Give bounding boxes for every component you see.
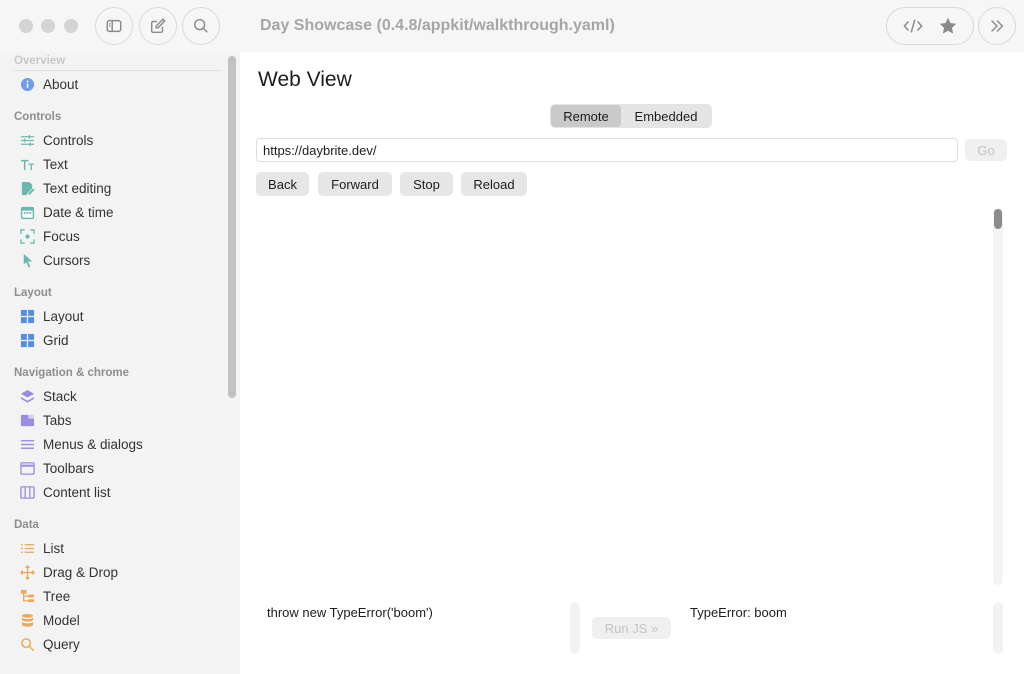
- source-segmented-control: Remote Embedded: [550, 104, 712, 128]
- title-bar: Day Showcase (0.4.8/appkit/walkthrough.y…: [0, 0, 1024, 52]
- page-title: Web View: [258, 68, 352, 91]
- code-icon[interactable]: [902, 16, 923, 36]
- sidebar-section-layout: Layout: [14, 287, 52, 299]
- doc-edit-icon: [19, 180, 35, 196]
- info-icon: [19, 76, 35, 92]
- sidebar-item-label: About: [43, 76, 79, 92]
- sidebar-item-drag-drop[interactable]: Drag & Drop: [14, 561, 220, 583]
- compose-icon: [150, 18, 166, 34]
- web-view-scrollbar-thumb[interactable]: [994, 209, 1002, 229]
- segment-embedded[interactable]: Embedded: [621, 105, 711, 127]
- sidebar-item-text-editing[interactable]: Text editing: [14, 177, 220, 199]
- sidebar-item-label: List: [43, 540, 65, 556]
- sidebar-item-toolbars[interactable]: Toolbars: [14, 457, 220, 479]
- toolbar-window-icon: [19, 460, 35, 476]
- sidebar-item-label: Tabs: [43, 412, 72, 428]
- sidebar-section-navigation: Navigation & chrome: [14, 367, 130, 379]
- calendar-icon: [19, 204, 35, 220]
- compose-button[interactable]: [139, 7, 177, 45]
- js-output-scrollbar[interactable]: [993, 602, 1003, 654]
- menu-lines-icon: [19, 436, 35, 452]
- window-title: Day Showcase (0.4.8/appkit/walkthrough.y…: [260, 17, 615, 34]
- go-button[interactable]: Go: [965, 139, 1007, 161]
- sidebar-item-label: Stack: [43, 388, 77, 404]
- overflow-button[interactable]: [978, 7, 1016, 45]
- cursor-icon: [19, 252, 35, 268]
- layout-grid-icon: [19, 308, 35, 324]
- stack-icon: [19, 388, 35, 404]
- zoom-window-button[interactable]: [64, 19, 78, 33]
- sidebar-item-label: Toolbars: [43, 460, 95, 476]
- sidebar-section-data: Data: [14, 519, 39, 531]
- move-arrows-icon: [19, 564, 35, 580]
- star-icon[interactable]: [938, 16, 958, 36]
- database-icon: [19, 612, 35, 628]
- tabs-icon: [19, 412, 35, 428]
- sidebar-item-menus-dialogs[interactable]: Menus & dialogs: [14, 433, 220, 455]
- sidebar-item-label: Model: [43, 612, 80, 628]
- js-output-text: TypeError: boom: [690, 605, 787, 620]
- sidebar: Overview About Controls Controls Text Te…: [0, 52, 240, 674]
- sidebar-item-grid[interactable]: Grid: [14, 329, 220, 351]
- sidebar-item-label: Menus & dialogs: [43, 436, 143, 452]
- close-window-button[interactable]: [19, 19, 33, 33]
- web-view-content[interactable]: [256, 208, 992, 586]
- stop-button[interactable]: Stop: [400, 172, 453, 196]
- sidebar-item-layout[interactable]: Layout: [14, 305, 220, 327]
- sidebar-item-query[interactable]: Query: [14, 633, 220, 655]
- sidebar-item-label: Controls: [43, 132, 94, 148]
- segment-remote[interactable]: Remote: [551, 105, 621, 127]
- text-size-icon: [19, 156, 35, 172]
- search-icon: [193, 18, 208, 33]
- sidebar-item-label: Layout: [43, 308, 84, 324]
- run-js-button[interactable]: Run JS »: [592, 617, 671, 639]
- focus-icon: [19, 228, 35, 244]
- sidebar-toggle-button[interactable]: [95, 7, 133, 45]
- sidebar-item-label: Query: [43, 636, 80, 652]
- sidebar-item-label: Text: [43, 156, 68, 172]
- chevron-double-right-icon: [991, 20, 1004, 32]
- sidebar-item-label: Grid: [43, 332, 69, 348]
- tree-icon: [19, 588, 35, 604]
- sidebar-item-model[interactable]: Model: [14, 609, 220, 631]
- sidebar-item-label: Cursors: [43, 252, 91, 268]
- sidebar-item-cursors[interactable]: Cursors: [14, 249, 220, 271]
- sidebar-item-label: Focus: [43, 228, 80, 244]
- sidebar-section-controls: Controls: [14, 111, 62, 123]
- sidebar-section-overview: Overview: [14, 55, 66, 67]
- sidebar-item-date-time[interactable]: Date & time: [14, 201, 220, 223]
- sidebar-item-label: Drag & Drop: [43, 564, 119, 580]
- sidebar-item-focus[interactable]: Focus: [14, 225, 220, 247]
- minimize-window-button[interactable]: [41, 19, 55, 33]
- grid-icon: [19, 332, 35, 348]
- toolbar-action-group: [886, 7, 974, 45]
- back-button[interactable]: Back: [256, 172, 309, 196]
- search-button[interactable]: [182, 7, 220, 45]
- js-input-editor[interactable]: throw new TypeError('boom'): [267, 605, 433, 620]
- sidebar-item-text[interactable]: Text: [14, 153, 220, 175]
- sidebar-item-tabs[interactable]: Tabs: [14, 409, 220, 431]
- magnifier-icon: [19, 636, 35, 652]
- sidebar-toggle-icon: [106, 19, 122, 33]
- forward-button[interactable]: Forward: [318, 172, 392, 196]
- sidebar-item-content-list[interactable]: Content list: [14, 481, 220, 503]
- sidebar-item-label: Date & time: [43, 204, 114, 220]
- url-field[interactable]: https://daybrite.dev/: [256, 138, 958, 162]
- sidebar-item-about[interactable]: About: [14, 73, 220, 95]
- sidebar-item-controls[interactable]: Controls: [14, 129, 220, 151]
- divider: [14, 70, 222, 71]
- reload-button[interactable]: Reload: [461, 172, 527, 196]
- sidebar-item-label: Text editing: [43, 180, 112, 196]
- sliders-icon: [19, 132, 35, 148]
- sidebar-item-label: Tree: [43, 588, 71, 604]
- columns-icon: [19, 484, 35, 500]
- web-view-scrollbar[interactable]: [993, 208, 1003, 585]
- js-input-scrollbar[interactable]: [570, 602, 580, 654]
- sidebar-item-tree[interactable]: Tree: [14, 585, 220, 607]
- sidebar-item-stack[interactable]: Stack: [14, 385, 220, 407]
- sidebar-item-list[interactable]: List: [14, 537, 220, 559]
- sidebar-item-label: Content list: [43, 484, 111, 500]
- sidebar-scrollbar-thumb[interactable]: [228, 56, 236, 398]
- list-icon: [19, 540, 35, 556]
